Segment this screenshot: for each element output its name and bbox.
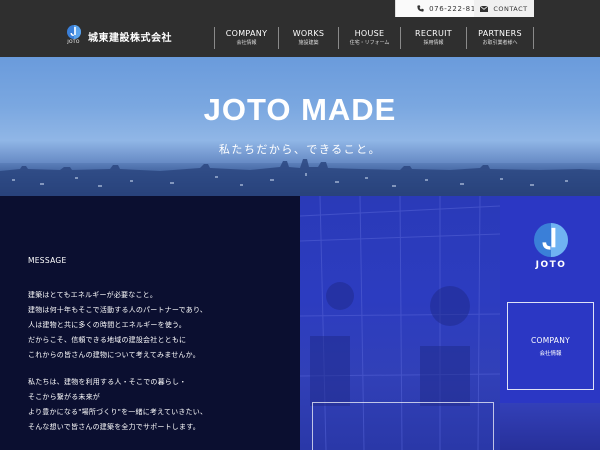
- nav-label: WORKS: [292, 29, 325, 38]
- nav-label: COMPANY: [225, 29, 268, 38]
- message-line: 私たちは、建物を利用する人・そこでの暮らし・: [28, 378, 187, 386]
- message-line: これからの皆さんの建物について考えてみませんか。: [28, 351, 200, 359]
- message-line: そんな想いで皆さんの建築を全力でサポートします。: [28, 423, 200, 431]
- nav-sublabel: 施設建築: [298, 40, 319, 46]
- side-logo-text: JOTO: [535, 260, 567, 270]
- nav-item-company[interactable]: COMPANY 会社情報: [214, 27, 278, 49]
- hero-subtitle: 私たちだから、できること。: [218, 143, 382, 156]
- side-panel: JOTO COMPANY 会社情報: [500, 196, 600, 450]
- side-logo: JOTO: [533, 223, 569, 270]
- nav-sublabel: 採用情報: [423, 40, 444, 46]
- phone-icon: [417, 5, 424, 12]
- nav-sublabel: 住宅・リフォーム: [349, 40, 390, 46]
- message-line: 人は建物と共に多くの時間とエネルギーを使う。: [28, 321, 186, 329]
- hero-title: JOTO MADE: [203, 92, 397, 127]
- message-body: 建築はとてもエネルギーが必要なこと。 建物は何十年もそこで活動する人のパートナー…: [28, 288, 207, 435]
- site-header: JOTO 城東建設株式会社 076-222-8111 CONTACT COMPA…: [0, 0, 600, 57]
- nav-label: RECRUIT: [415, 29, 452, 38]
- joto-logo-icon: [66, 25, 81, 39]
- company-sublabel: 会社情報: [539, 350, 562, 357]
- message-line: より豊かになる"場所づくり"を一緒に考えていきたい、: [28, 408, 208, 416]
- side-bottom-image: [500, 403, 600, 450]
- nav-item-house[interactable]: HOUSE 住宅・リフォーム: [338, 27, 400, 49]
- nav-item-partners[interactable]: PARTNERS お取引業者様へ: [466, 27, 534, 49]
- photo-frame: [312, 402, 494, 450]
- message-line: だからこそ、信頼できる地域の建設会社とともに: [28, 336, 187, 344]
- message-section: MESSAGE 建築はとてもエネルギーが必要なこと。 建物は何十年もそこで活動す…: [0, 196, 300, 450]
- nav-item-recruit[interactable]: RECRUIT 採用情報: [400, 27, 466, 49]
- contact-label: CONTACT: [493, 4, 528, 13]
- nav-sublabel: お取引業者様へ: [482, 40, 518, 46]
- message-line: 建築はとてもエネルギーが必要なこと。: [28, 291, 158, 299]
- company-name: 城東建設株式会社: [88, 33, 172, 44]
- nav-label: PARTNERS: [478, 29, 522, 38]
- nav-label: HOUSE: [354, 29, 385, 38]
- site-logo[interactable]: JOTO 城東建設株式会社: [65, 25, 172, 45]
- joto-logo-mark: JOTO: [65, 25, 82, 45]
- company-link-button[interactable]: COMPANY 会社情報: [507, 302, 594, 390]
- message-line: 建物は何十年もそこで活動する人のパートナーであり、: [28, 306, 208, 314]
- company-label: COMPANY: [530, 335, 571, 345]
- hero-banner: JOTO MADE 私たちだから、できること。: [0, 57, 600, 196]
- nav-item-works[interactable]: WORKS 施設建築: [278, 27, 338, 49]
- nav-sublabel: 会社情報: [236, 40, 257, 46]
- contact-button[interactable]: CONTACT: [474, 0, 534, 17]
- city-skyline-image: [0, 159, 600, 196]
- main-nav: COMPANY 会社情報 WORKS 施設建築 HOUSE 住宅・リフォーム R…: [214, 27, 534, 49]
- mail-icon: [480, 5, 489, 12]
- logo-mark-text: JOTO: [67, 40, 80, 45]
- building-photo: [300, 196, 500, 450]
- message-heading: MESSAGE: [28, 256, 67, 265]
- joto-logo-icon: [534, 223, 568, 257]
- message-line: そこから繋がる未来が: [28, 393, 100, 401]
